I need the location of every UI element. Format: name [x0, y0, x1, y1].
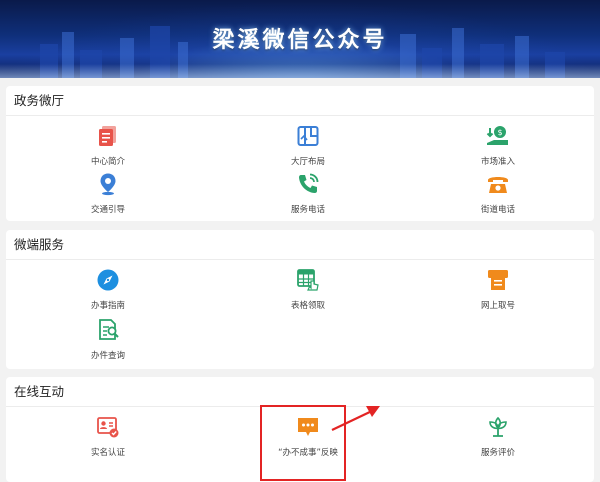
id-card-icon: [97, 417, 119, 438]
svg-text:$: $: [497, 128, 502, 137]
item-label: 网上取号: [480, 301, 515, 311]
section-weiduan: 微端服务 办事指南 表格领取 网上取号 办件查询: [6, 230, 594, 369]
item-realname-auth[interactable]: 实名认证: [48, 415, 168, 458]
item-service-rating[interactable]: 服务评价: [438, 415, 558, 458]
item-label: 实名认证: [90, 448, 125, 458]
item-service-phone[interactable]: 服务电话: [248, 172, 368, 215]
item-label: 中心简介: [90, 157, 125, 167]
section-title: 政务微厅: [6, 86, 594, 116]
header-banner: 梁溪微信公众号: [0, 0, 600, 78]
item-label: 街道电话: [480, 205, 515, 215]
section-title: 在线互动: [6, 377, 594, 407]
section-title: 微端服务: [6, 230, 594, 260]
ticket-machine-icon: [488, 270, 508, 290]
item-street-phone[interactable]: 街道电话: [438, 172, 558, 215]
flower-rating-icon: [489, 416, 507, 437]
document-stack-icon: [99, 126, 116, 146]
location-pin-icon: [100, 173, 116, 196]
annotation-arrow: [331, 406, 380, 431]
table-form-icon: [297, 269, 319, 291]
compass-icon: [97, 269, 119, 291]
item-label: 服务评价: [480, 448, 515, 458]
item-market-access[interactable]: $ 市场准入: [438, 124, 558, 167]
item-label: 大厅布局: [290, 157, 325, 167]
item-form-collect[interactable]: 表格领取: [248, 268, 368, 311]
phone-call-icon: [299, 173, 319, 193]
item-center-intro[interactable]: 中心简介: [48, 124, 168, 167]
item-label: 表格领取: [290, 301, 325, 311]
item-label: 市场准入: [480, 157, 515, 167]
item-online-ticket[interactable]: 网上取号: [438, 268, 558, 311]
document-search-icon: [99, 319, 119, 340]
market-access-icon: $: [486, 126, 508, 145]
map-layout-icon: [297, 126, 319, 146]
item-traffic-guide[interactable]: 交通引导: [48, 172, 168, 215]
item-service-guide[interactable]: 办事指南: [48, 268, 168, 311]
item-label: 办事指南: [90, 301, 125, 311]
section-zhengwu: 政务微厅 中心简介 大厅布局 $ 市场准入 交通引导 服务电话 街道电话: [6, 86, 594, 221]
item-label: 办件查询: [90, 351, 125, 361]
item-hall-layout[interactable]: 大厅布局: [248, 124, 368, 167]
item-case-query[interactable]: 办件查询: [48, 318, 168, 361]
item-label: 服务电话: [290, 205, 325, 215]
telephone-icon: [488, 177, 508, 193]
item-label: 交通引导: [90, 205, 125, 215]
page-title: 梁溪微信公众号: [212, 28, 388, 53]
